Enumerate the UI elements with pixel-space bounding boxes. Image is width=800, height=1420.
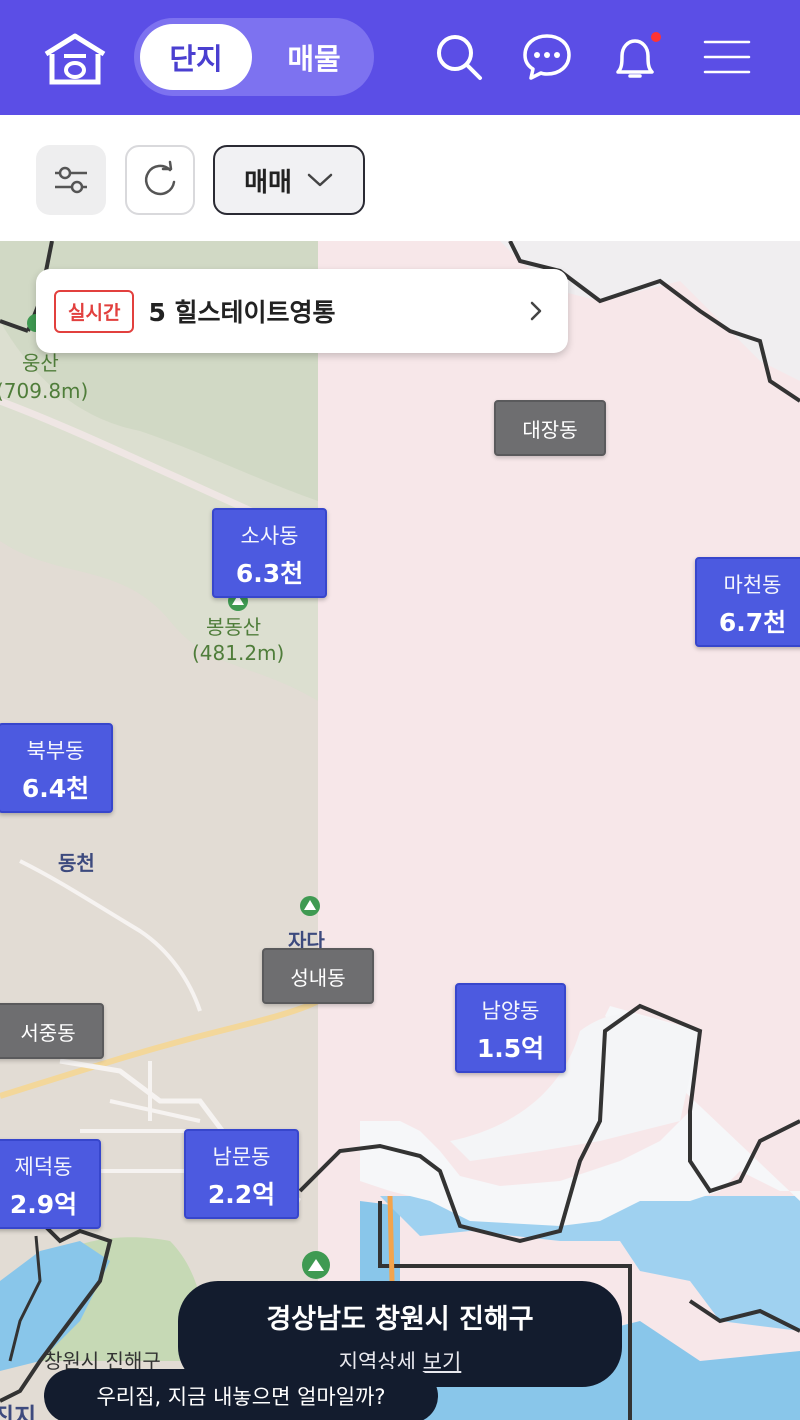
region-title: 경상남도 창원시 진해구 [266,1304,534,1335]
chat-icon[interactable] [520,30,574,84]
filter-button[interactable] [36,145,106,215]
realtime-badge: 실시간 [54,289,135,333]
map-base-layer [0,241,800,1420]
tab-listing[interactable]: 매물 [258,24,370,90]
place-mountain-bongdong: 봉동산 [206,615,262,639]
home-logo-icon[interactable] [42,32,108,86]
area-label-seojung[interactable]: 서중동 [0,1003,104,1059]
marker-name: 마천동 [723,573,782,597]
marker-price: 6.3천 [235,559,304,588]
refresh-button[interactable] [125,145,195,215]
marker-name: 북부동 [26,739,85,763]
price-marker-jedeok[interactable]: 제덕동 2.9억 [0,1139,101,1229]
filter-sliders-icon [55,166,87,194]
marker-name: 제덕동 [14,1155,73,1179]
place-mountain-bongdong-height: (481.2m) [192,641,285,665]
complex-listing-toggle[interactable]: 단지 매물 [134,18,374,96]
menu-icon[interactable] [700,30,754,84]
marker-price: 2.9억 [9,1190,78,1219]
deal-type-dropdown[interactable]: 매매 [213,145,365,215]
marker-name: 남양동 [481,999,540,1023]
top-header: 단지 매물 [0,0,800,115]
marker-price: 2.2억 [207,1180,276,1209]
price-marker-macheon[interactable]: 마천동 6.7천 [695,557,800,647]
notification-dot [651,32,661,42]
home-valuation-promo[interactable]: 우리집, 지금 내놓으면 얼마일까? [44,1369,438,1420]
place-mountain-woongsan-height: (709.8m) [0,379,89,403]
realtime-text: 5 힐스테이트영통 [148,298,336,327]
realtime-ranking-card[interactable]: 실시간 5 힐스테이트영통 [36,269,568,353]
price-marker-bukbu[interactable]: 북부동 6.4천 [0,723,113,813]
price-marker-nammun[interactable]: 남문동 2.2억 [184,1129,299,1219]
refresh-icon [144,160,176,196]
area-label-daejang[interactable]: 대장동 [494,400,606,456]
marker-price: 6.4천 [21,774,90,803]
marker-price: 6.7천 [718,608,787,637]
price-marker-namyang[interactable]: 남양동 1.5억 [455,983,566,1073]
bell-icon[interactable] [608,30,662,84]
search-icon[interactable] [432,30,486,84]
chevron-down-icon [307,173,333,187]
chevron-right-icon [530,301,542,321]
deal-type-label: 매매 [244,167,292,198]
map-toolbar: 매매 [0,115,800,241]
marker-price: 1.5억 [476,1034,545,1063]
place-partial-label-2: 진지 [0,1403,37,1420]
marker-name: 남문동 [212,1145,271,1169]
area-label-seongnae[interactable]: 성내동 [262,948,374,1004]
region-detail-link[interactable]: 보기 [423,1350,462,1374]
place-dongcheon: 동천 [58,851,95,875]
price-marker-sosa[interactable]: 소사동 6.3천 [212,508,327,598]
map-view[interactable]: 웅산 (709.8m) 봉동산 (481.2m) 동천 자다 창원시 진해구 진… [0,241,800,1420]
marker-name: 소사동 [240,524,299,548]
tab-complex[interactable]: 단지 [140,24,252,90]
